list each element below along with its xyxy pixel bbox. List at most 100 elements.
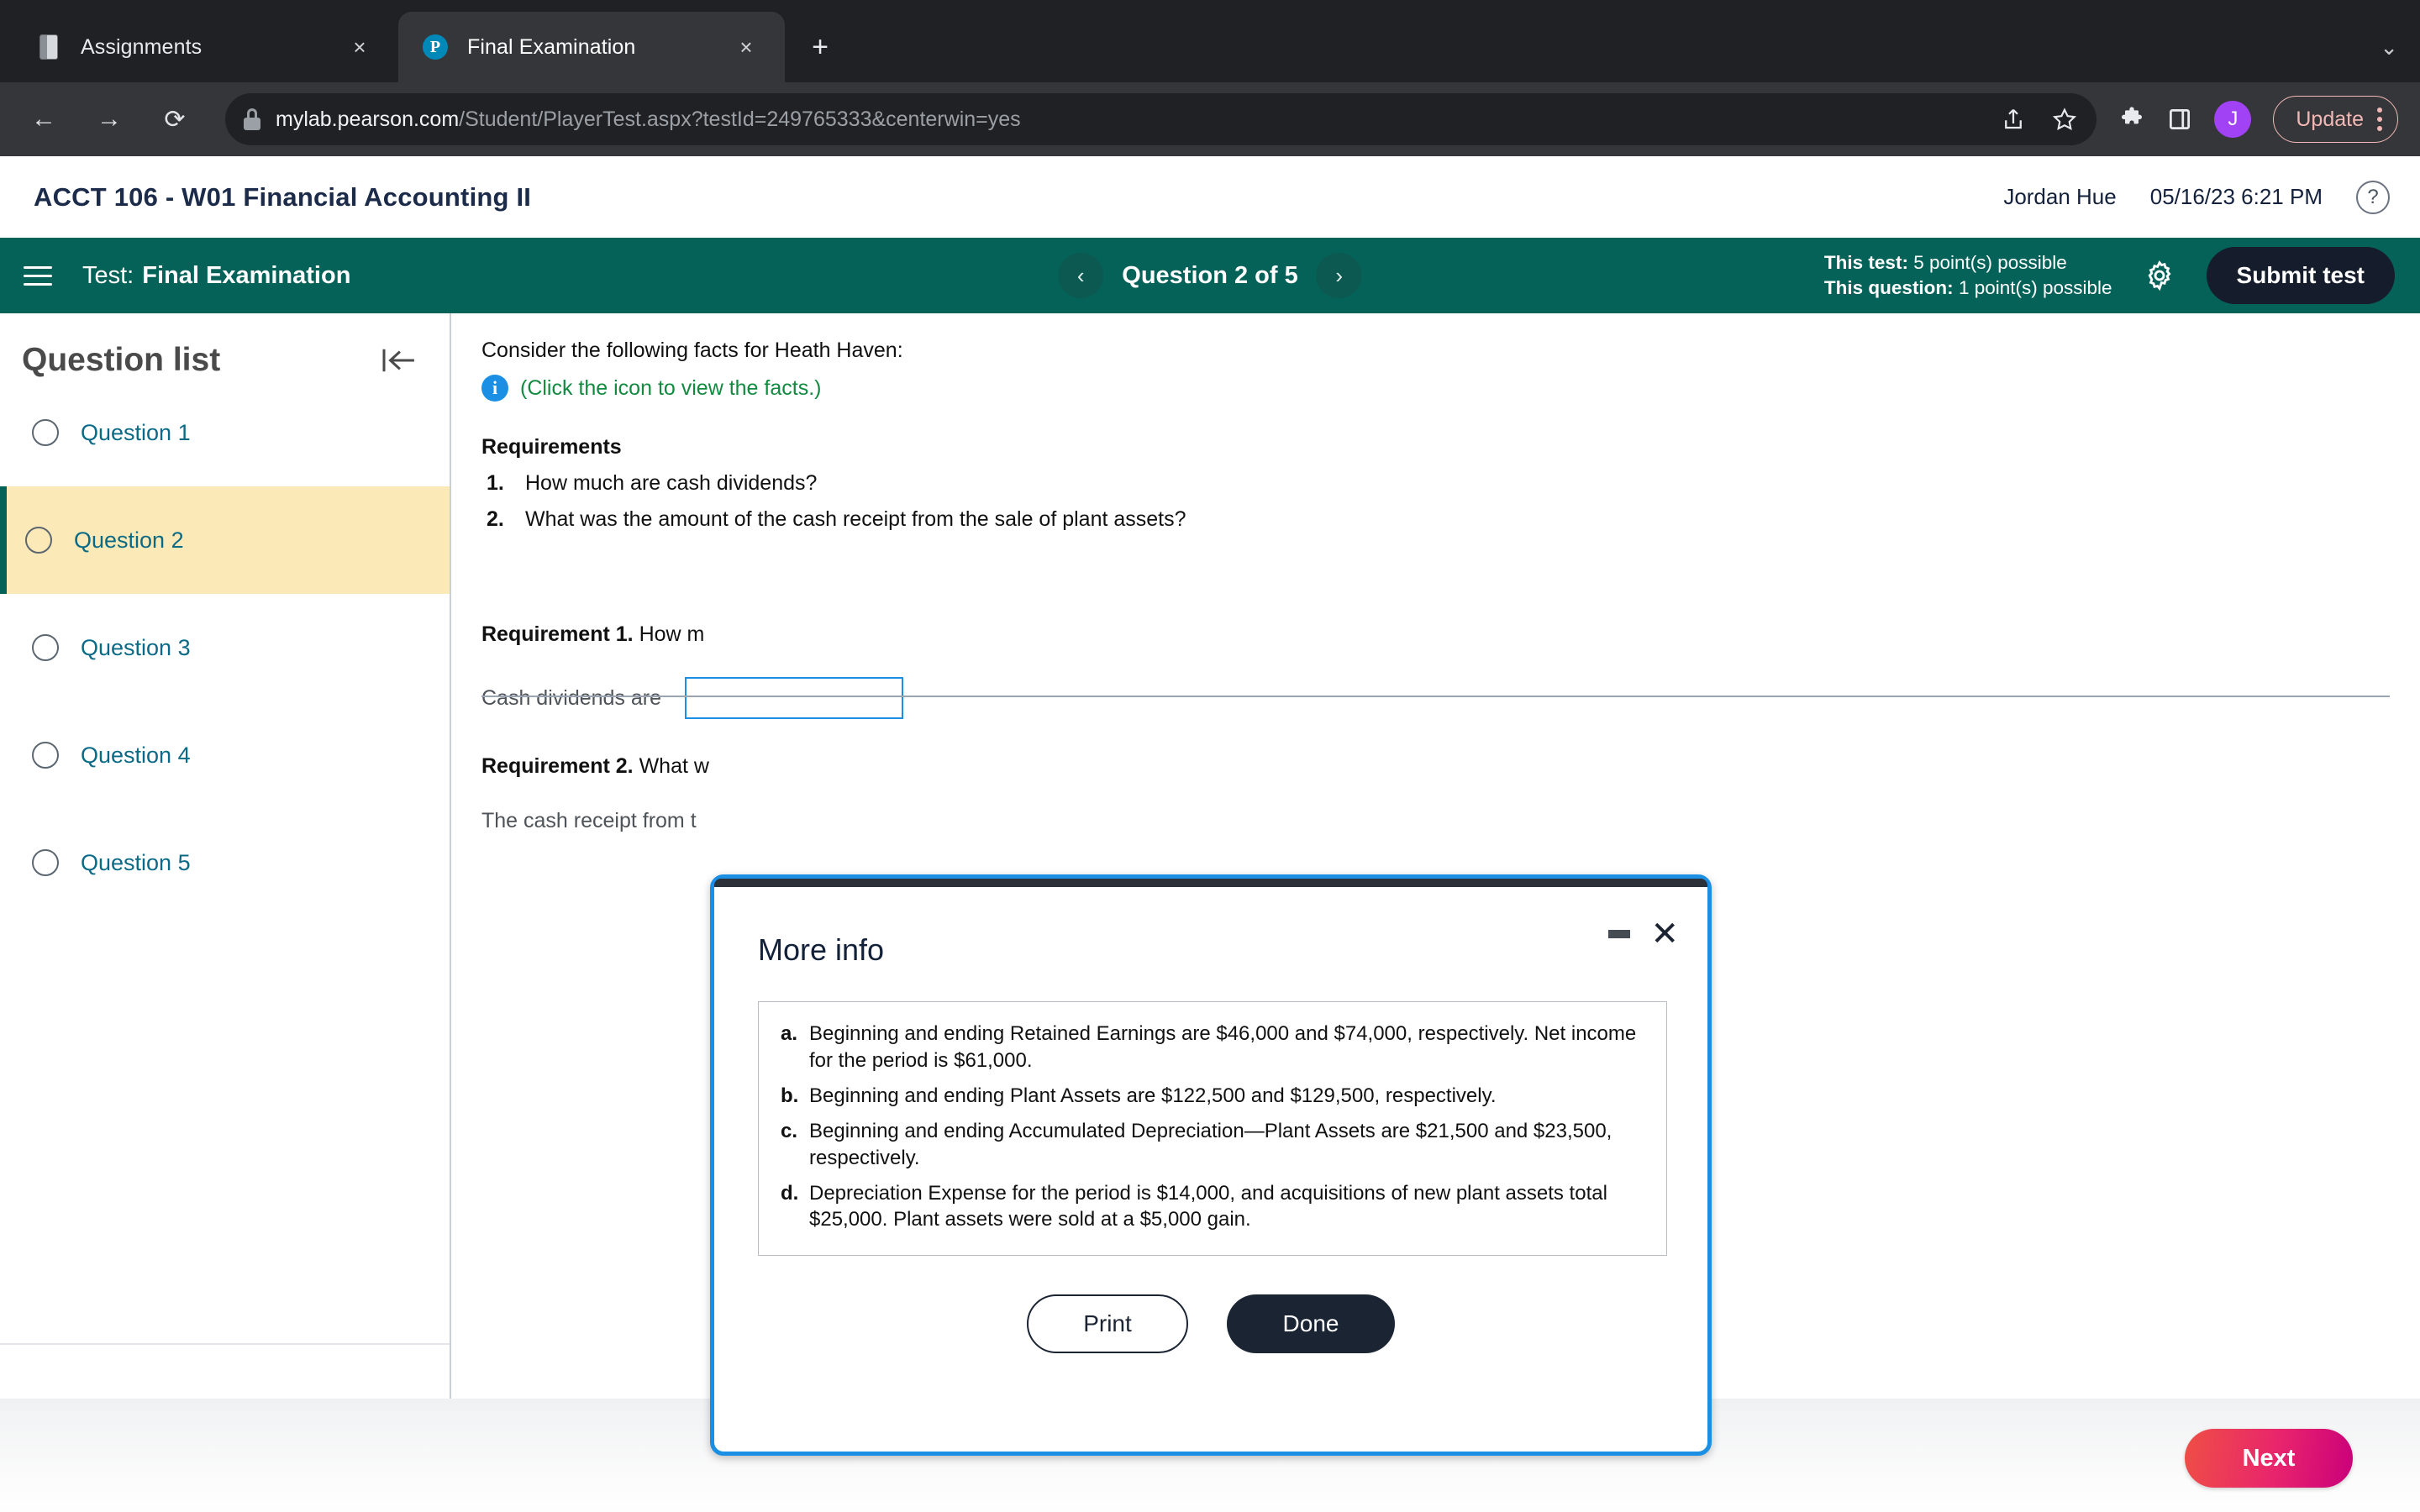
pearson-icon: P (422, 34, 449, 60)
sidebar-item-question-4[interactable]: Question 4 (0, 701, 450, 809)
tab-title: Final Examination (467, 34, 636, 59)
sidebar-item-question-3[interactable]: Question 3 (0, 594, 450, 701)
done-button[interactable]: Done (1227, 1294, 1395, 1354)
puzzle-icon[interactable] (2118, 106, 2145, 133)
list-item: c. Beginning and ending Accumulated Depr… (781, 1118, 1644, 1172)
fact-key: a. (781, 1022, 798, 1045)
fact-text: Beginning and ending Retained Earnings a… (809, 1022, 1637, 1072)
close-icon[interactable]: ✕ (1650, 917, 1679, 951)
requirement-number: 2. (487, 507, 504, 531)
tab-strip: Assignments × P Final Examination × + ⌄ (0, 0, 2420, 82)
update-label: Update (2296, 107, 2364, 131)
list-item: d. Depreciation Expense for the period i… (781, 1180, 1644, 1234)
lock-icon (244, 108, 260, 130)
print-button[interactable]: Print (1027, 1294, 1188, 1354)
question-status-radio[interactable] (25, 527, 52, 554)
browser-chrome: Assignments × P Final Examination × + ⌄ … (0, 0, 2420, 156)
close-icon[interactable]: × (729, 30, 763, 64)
forward-button[interactable]: → (87, 97, 131, 141)
timestamp: 05/16/23 6:21 PM (2149, 184, 2323, 209)
requirement-item: 1. How much are cash dividends? (481, 471, 2386, 496)
view-facts-label: (Click the icon to view the facts.) (520, 375, 822, 400)
answer-1-input[interactable] (685, 677, 904, 719)
question-points-value: 1 point(s) possible (1958, 277, 2112, 298)
test-points-value: 5 point(s) possible (1913, 251, 2067, 273)
test-toolbar: Test: Final Examination ‹ Question 2 of … (0, 238, 2420, 313)
url-host: mylab.pearson.com (276, 107, 460, 131)
requirements-heading: Requirements (481, 435, 622, 459)
sidebar-item-question-5[interactable]: Question 5 (0, 809, 450, 916)
question-navigation: ‹ Question 2 of 5 › (1058, 253, 1362, 298)
kebab-menu-icon[interactable] (2377, 108, 2382, 131)
requirement-text: What was the amount of the cash receipt … (525, 507, 1186, 531)
share-icon[interactable] (2001, 106, 2026, 133)
list-item: b. Beginning and ending Plant Assets are… (781, 1083, 1644, 1110)
star-icon[interactable] (2051, 106, 2078, 133)
new-tab-button[interactable]: + (797, 24, 844, 71)
browser-tab-assignments[interactable]: Assignments × (12, 12, 398, 82)
requirement-text: How much are cash dividends? (525, 471, 818, 495)
submit-test-button[interactable]: Submit test (2206, 247, 2395, 304)
help-icon[interactable]: ? (2356, 180, 2390, 214)
view-facts-link[interactable]: i (Click the icon to view the facts.) (481, 375, 2386, 402)
next-button[interactable]: Next (2185, 1429, 2353, 1488)
test-label: Test: (82, 261, 134, 289)
list-item: a. Beginning and ending Retained Earning… (781, 1021, 1644, 1074)
fact-key: d. (781, 1181, 799, 1205)
test-points-label: This test: (1823, 251, 1908, 273)
sidebar-item-question-1[interactable]: Question 1 (0, 379, 450, 486)
browser-toolbar: ← → ⟳ mylab.pearson.com/Student/PlayerTe… (0, 82, 2420, 156)
requirement-1-text: How m (639, 622, 705, 646)
close-icon[interactable]: × (343, 30, 376, 64)
question-status-radio[interactable] (32, 849, 59, 876)
fact-key: c. (781, 1119, 798, 1142)
requirement-1-prompt: Requirement 1. How m (481, 622, 2386, 647)
requirement-1-label: Requirement 1. (481, 622, 634, 646)
requirement-number: 1. (487, 471, 504, 495)
content-divider (481, 696, 2390, 697)
dialog-title: More info (758, 932, 885, 967)
question-status-radio[interactable] (32, 634, 59, 661)
back-button[interactable]: ← (22, 97, 66, 141)
more-info-dialog: More info ✕ a. Beginning and ending Reta… (710, 874, 1712, 1456)
question-status-radio[interactable] (32, 742, 59, 769)
sidebar-item-label: Question 2 (74, 527, 184, 553)
avatar[interactable]: J (2214, 101, 2252, 138)
work-area: Question list Question 1 Question 2 Ques… (0, 313, 2420, 1512)
browser-tab-final-examination[interactable]: P Final Examination × (398, 12, 785, 82)
requirement-2-text: What w (639, 754, 709, 778)
side-panel-icon[interactable] (2167, 107, 2192, 132)
address-bar[interactable]: mylab.pearson.com/Student/PlayerTest.asp… (225, 93, 2097, 145)
info-icon[interactable]: i (481, 375, 508, 402)
hamburger-icon[interactable] (24, 265, 60, 286)
next-question-button[interactable]: › (1316, 253, 1362, 298)
chevron-down-icon[interactable]: ⌄ (2380, 34, 2398, 60)
reload-button[interactable]: ⟳ (153, 97, 197, 141)
sidebar-item-label: Question 1 (81, 419, 191, 445)
tab-title: Assignments (81, 34, 203, 59)
book-icon (35, 34, 62, 60)
fact-text: Beginning and ending Plant Assets are $1… (809, 1084, 1497, 1107)
sidebar-item-question-2[interactable]: Question 2 (0, 486, 450, 594)
gear-icon[interactable] (2141, 257, 2178, 294)
app-header: ACCT 106 - W01 Financial Accounting II J… (0, 156, 2420, 238)
question-intro: Consider the following facts for Heath H… (481, 339, 903, 362)
minimize-icon[interactable] (1608, 930, 1631, 938)
question-list-panel: Question list Question 1 Question 2 Ques… (0, 313, 451, 1512)
question-counter: Question 2 of 5 (1122, 261, 1298, 289)
fact-text: Depreciation Expense for the period is $… (809, 1181, 1607, 1231)
question-status-radio[interactable] (32, 419, 59, 446)
points-summary: This test: 5 point(s) possible This ques… (1824, 250, 2112, 302)
previous-question-button[interactable]: ‹ (1058, 253, 1104, 298)
requirement-2-prompt: Requirement 2. What w (481, 754, 2386, 779)
sidebar-item-label: Question 5 (81, 849, 191, 875)
sidebar-item-label: Question 4 (81, 742, 191, 768)
collapse-panel-icon[interactable] (377, 344, 419, 377)
requirement-2-label: Requirement 2. (481, 754, 634, 778)
answer-row-1: Cash dividends are (481, 677, 2386, 719)
test-name: Final Examination (142, 261, 351, 289)
update-button[interactable]: Update (2273, 96, 2398, 143)
answer-1-label: Cash dividends are (481, 685, 662, 710)
dialog-title-bar[interactable] (714, 879, 1707, 887)
fact-key: b. (781, 1084, 799, 1107)
